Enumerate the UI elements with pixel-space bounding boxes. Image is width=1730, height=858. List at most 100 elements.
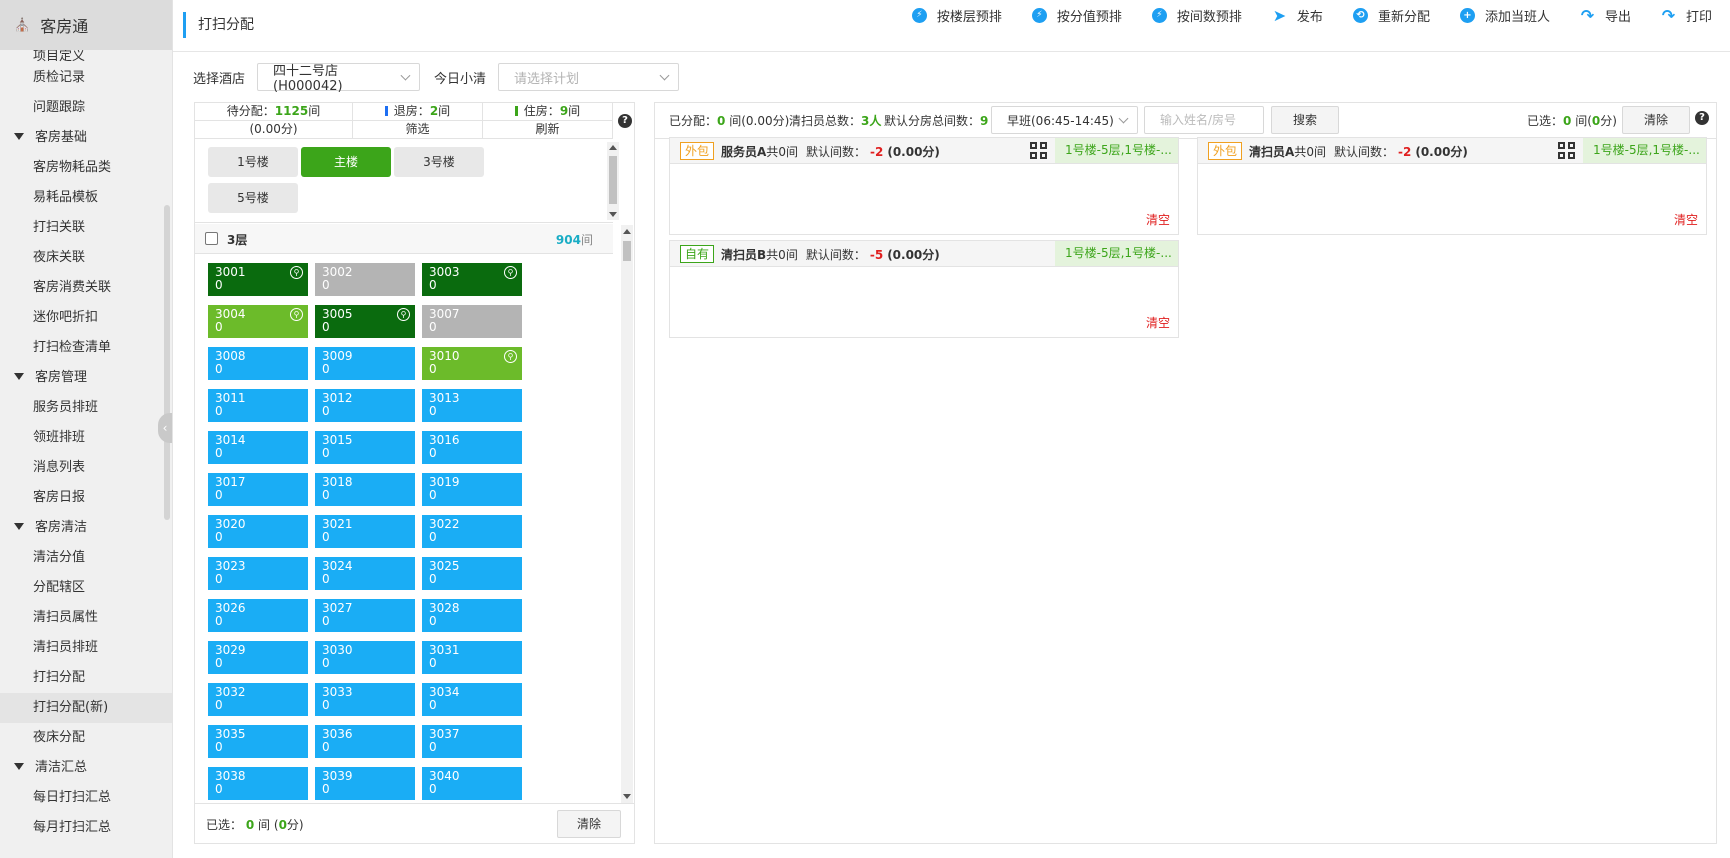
sidebar-item[interactable]: 清洁分值 xyxy=(0,543,172,573)
room-tile[interactable]: 3001 0 ⚲ xyxy=(208,263,308,296)
scroll-down-icon[interactable] xyxy=(609,212,617,217)
assigned-area[interactable]: 1号楼-5层,1号楼-... xyxy=(1055,241,1178,266)
room-tile[interactable]: 3002 0 xyxy=(315,263,415,296)
checkout-stat[interactable]: 退房：2间 xyxy=(353,103,483,121)
room-tile[interactable]: 3022 0 xyxy=(422,515,522,548)
scroll-thumb[interactable] xyxy=(609,156,617,204)
room-tile[interactable]: 3014 0 xyxy=(208,431,308,464)
room-tile[interactable]: 3005 0 ⚲ xyxy=(315,305,415,338)
sidebar-header[interactable]: ⛪ 客房通 xyxy=(0,0,172,50)
toolbar-button[interactable]: ➤ 发布 xyxy=(1272,4,1323,26)
toolbar-button[interactable]: ⚡ 按分值预排 xyxy=(1031,4,1122,26)
sidebar-item[interactable]: 打扫关联 xyxy=(0,213,172,243)
room-tile[interactable]: 3009 0 xyxy=(315,347,415,380)
occupied-stat[interactable]: 住房：9间 xyxy=(483,103,613,121)
qr-code-icon[interactable] xyxy=(1558,142,1575,159)
room-tile[interactable]: 3037 0 xyxy=(422,725,522,758)
room-tile[interactable]: 3018 0 xyxy=(315,473,415,506)
toolbar-button[interactable]: ⚡ 按间数预排 xyxy=(1151,4,1242,26)
room-tile[interactable]: 3012 0 xyxy=(315,389,415,422)
room-scrollbar[interactable] xyxy=(621,225,633,803)
room-tile[interactable]: 3029 0 xyxy=(208,641,308,674)
pending-stat[interactable]: 待分配：1125间 xyxy=(195,103,353,121)
sidebar-item[interactable]: 客房消费关联 xyxy=(0,273,172,303)
room-tile[interactable]: 3035 0 xyxy=(208,725,308,758)
hotel-select[interactable]: 四十二号店(H000042) xyxy=(257,63,421,94)
floor-checkbox[interactable] xyxy=(205,232,218,245)
qr-code-icon[interactable] xyxy=(1030,142,1047,159)
sidebar-item[interactable]: 易耗品模板 xyxy=(0,183,172,213)
sidebar-item[interactable]: 打扫检查清单 xyxy=(0,333,172,363)
room-tile[interactable]: 3004 0 ⚲ xyxy=(208,305,308,338)
sidebar-group[interactable]: 客房管理 xyxy=(0,363,172,393)
room-tile[interactable]: 3020 0 xyxy=(208,515,308,548)
sidebar-item[interactable]: 问题跟踪 xyxy=(0,93,172,123)
clear-link[interactable]: 清空 xyxy=(1146,211,1170,228)
building-tab[interactable]: 5号楼 xyxy=(208,183,298,213)
sidebar-group[interactable]: 客房基础 xyxy=(0,123,172,153)
sidebar-item[interactable]: 夜床分配 xyxy=(0,723,172,753)
room-tile[interactable]: 3021 0 xyxy=(315,515,415,548)
room-tile[interactable]: 3010 0 ⚲ xyxy=(422,347,522,380)
filter-button[interactable]: 筛选 xyxy=(353,121,483,139)
room-tile[interactable]: 3013 0 xyxy=(422,389,522,422)
sidebar-group[interactable]: 清洁汇总 xyxy=(0,753,172,783)
clear-link[interactable]: 清空 xyxy=(1674,211,1698,228)
room-tile[interactable]: 3027 0 xyxy=(315,599,415,632)
sidebar-scrollbar[interactable] xyxy=(164,205,170,520)
clear-link[interactable]: 清空 xyxy=(1146,314,1170,331)
toolbar-button[interactable]: ⟲ 重新分配 xyxy=(1352,4,1430,26)
building-tab[interactable]: 主楼 xyxy=(301,147,391,177)
cleaner-card[interactable]: 自有 清扫员B共0间 默认间数： -5 (0.00分) 1号楼-5层,1号楼-... 清空 xyxy=(669,240,1179,338)
shift-select[interactable]: 早班(06:45-14:45) xyxy=(991,106,1138,134)
sidebar-item[interactable]: 服务员排班 xyxy=(0,393,172,423)
building-tab[interactable]: 3号楼 xyxy=(394,147,484,177)
room-tile[interactable]: 3015 0 xyxy=(315,431,415,464)
room-tile[interactable]: 3017 0 xyxy=(208,473,308,506)
room-tile[interactable]: 3026 0 xyxy=(208,599,308,632)
sidebar-item[interactable]: 迷你吧折扣 xyxy=(0,303,172,333)
sidebar-item[interactable]: 清扫员属性 xyxy=(0,603,172,633)
sidebar-item[interactable]: 每月打扫汇总 xyxy=(0,813,172,843)
sidebar-group[interactable]: 客房清洁 xyxy=(0,513,172,543)
sidebar-item[interactable]: 消息列表 xyxy=(0,453,172,483)
room-tile[interactable]: 3008 0 xyxy=(208,347,308,380)
collapse-sidebar-icon[interactable]: ‹ xyxy=(158,413,172,443)
building-tab[interactable]: 1号楼 xyxy=(208,147,298,177)
room-tile[interactable]: 3024 0 xyxy=(315,557,415,590)
room-tile[interactable]: 3039 0 xyxy=(315,767,415,800)
room-tile[interactable]: 3003 0 ⚲ xyxy=(422,263,522,296)
cleaner-card[interactable]: 外包 清扫员A共0间 默认间数： -2 (0.00分) 1号楼-5层,1号楼-... 清空 xyxy=(1197,137,1707,235)
sidebar-item[interactable]: 每日打扫汇总 xyxy=(0,783,172,813)
plan-select[interactable]: 请选择计划 xyxy=(498,63,680,91)
room-tile[interactable]: 3016 0 xyxy=(422,431,522,464)
search-input[interactable]: 输入姓名/房号 xyxy=(1144,106,1264,134)
room-tile[interactable]: 3038 0 xyxy=(208,767,308,800)
sidebar-item[interactable]: 清扫员排班 xyxy=(0,633,172,663)
help-icon[interactable]: ? xyxy=(618,114,632,128)
right-clear-button[interactable]: 清除 xyxy=(1622,106,1690,134)
sidebar-item[interactable]: 夜床关联 xyxy=(0,243,172,273)
room-tile[interactable]: 3033 0 xyxy=(315,683,415,716)
room-tile[interactable]: 3028 0 xyxy=(422,599,522,632)
cleaner-card[interactable]: 外包 服务员A共0间 默认间数： -2 (0.00分) 1号楼-5层,1号楼-... 清空 xyxy=(669,137,1179,235)
room-tile[interactable]: 3036 0 xyxy=(315,725,415,758)
sidebar-item[interactable]: 质检记录 xyxy=(0,63,172,93)
room-tile[interactable]: 3040 0 xyxy=(422,767,522,800)
room-tile[interactable]: 3025 0 xyxy=(422,557,522,590)
search-button[interactable]: 搜索 xyxy=(1271,106,1339,134)
room-tile[interactable]: 3034 0 xyxy=(422,683,522,716)
scroll-thumb[interactable] xyxy=(623,241,631,261)
sidebar-item[interactable]: 打扫分配 xyxy=(0,663,172,693)
room-tile[interactable]: 3031 0 xyxy=(422,641,522,674)
toolbar-button[interactable]: + 添加当班人 xyxy=(1459,4,1550,26)
clear-selection-button[interactable]: 清除 xyxy=(557,810,621,838)
sidebar-item[interactable]: 打扫分配(新) xyxy=(0,693,172,723)
refresh-button[interactable]: 刷新 xyxy=(483,121,613,139)
assigned-area[interactable]: 1号楼-5层,1号楼-... xyxy=(1055,138,1178,163)
toolbar-button[interactable]: ⚡ 按楼层预排 xyxy=(911,4,1002,26)
room-tile[interactable]: 3030 0 xyxy=(315,641,415,674)
room-tile[interactable]: 3023 0 xyxy=(208,557,308,590)
help-icon[interactable]: ? xyxy=(1695,111,1709,125)
building-scrollbar[interactable] xyxy=(607,142,619,220)
